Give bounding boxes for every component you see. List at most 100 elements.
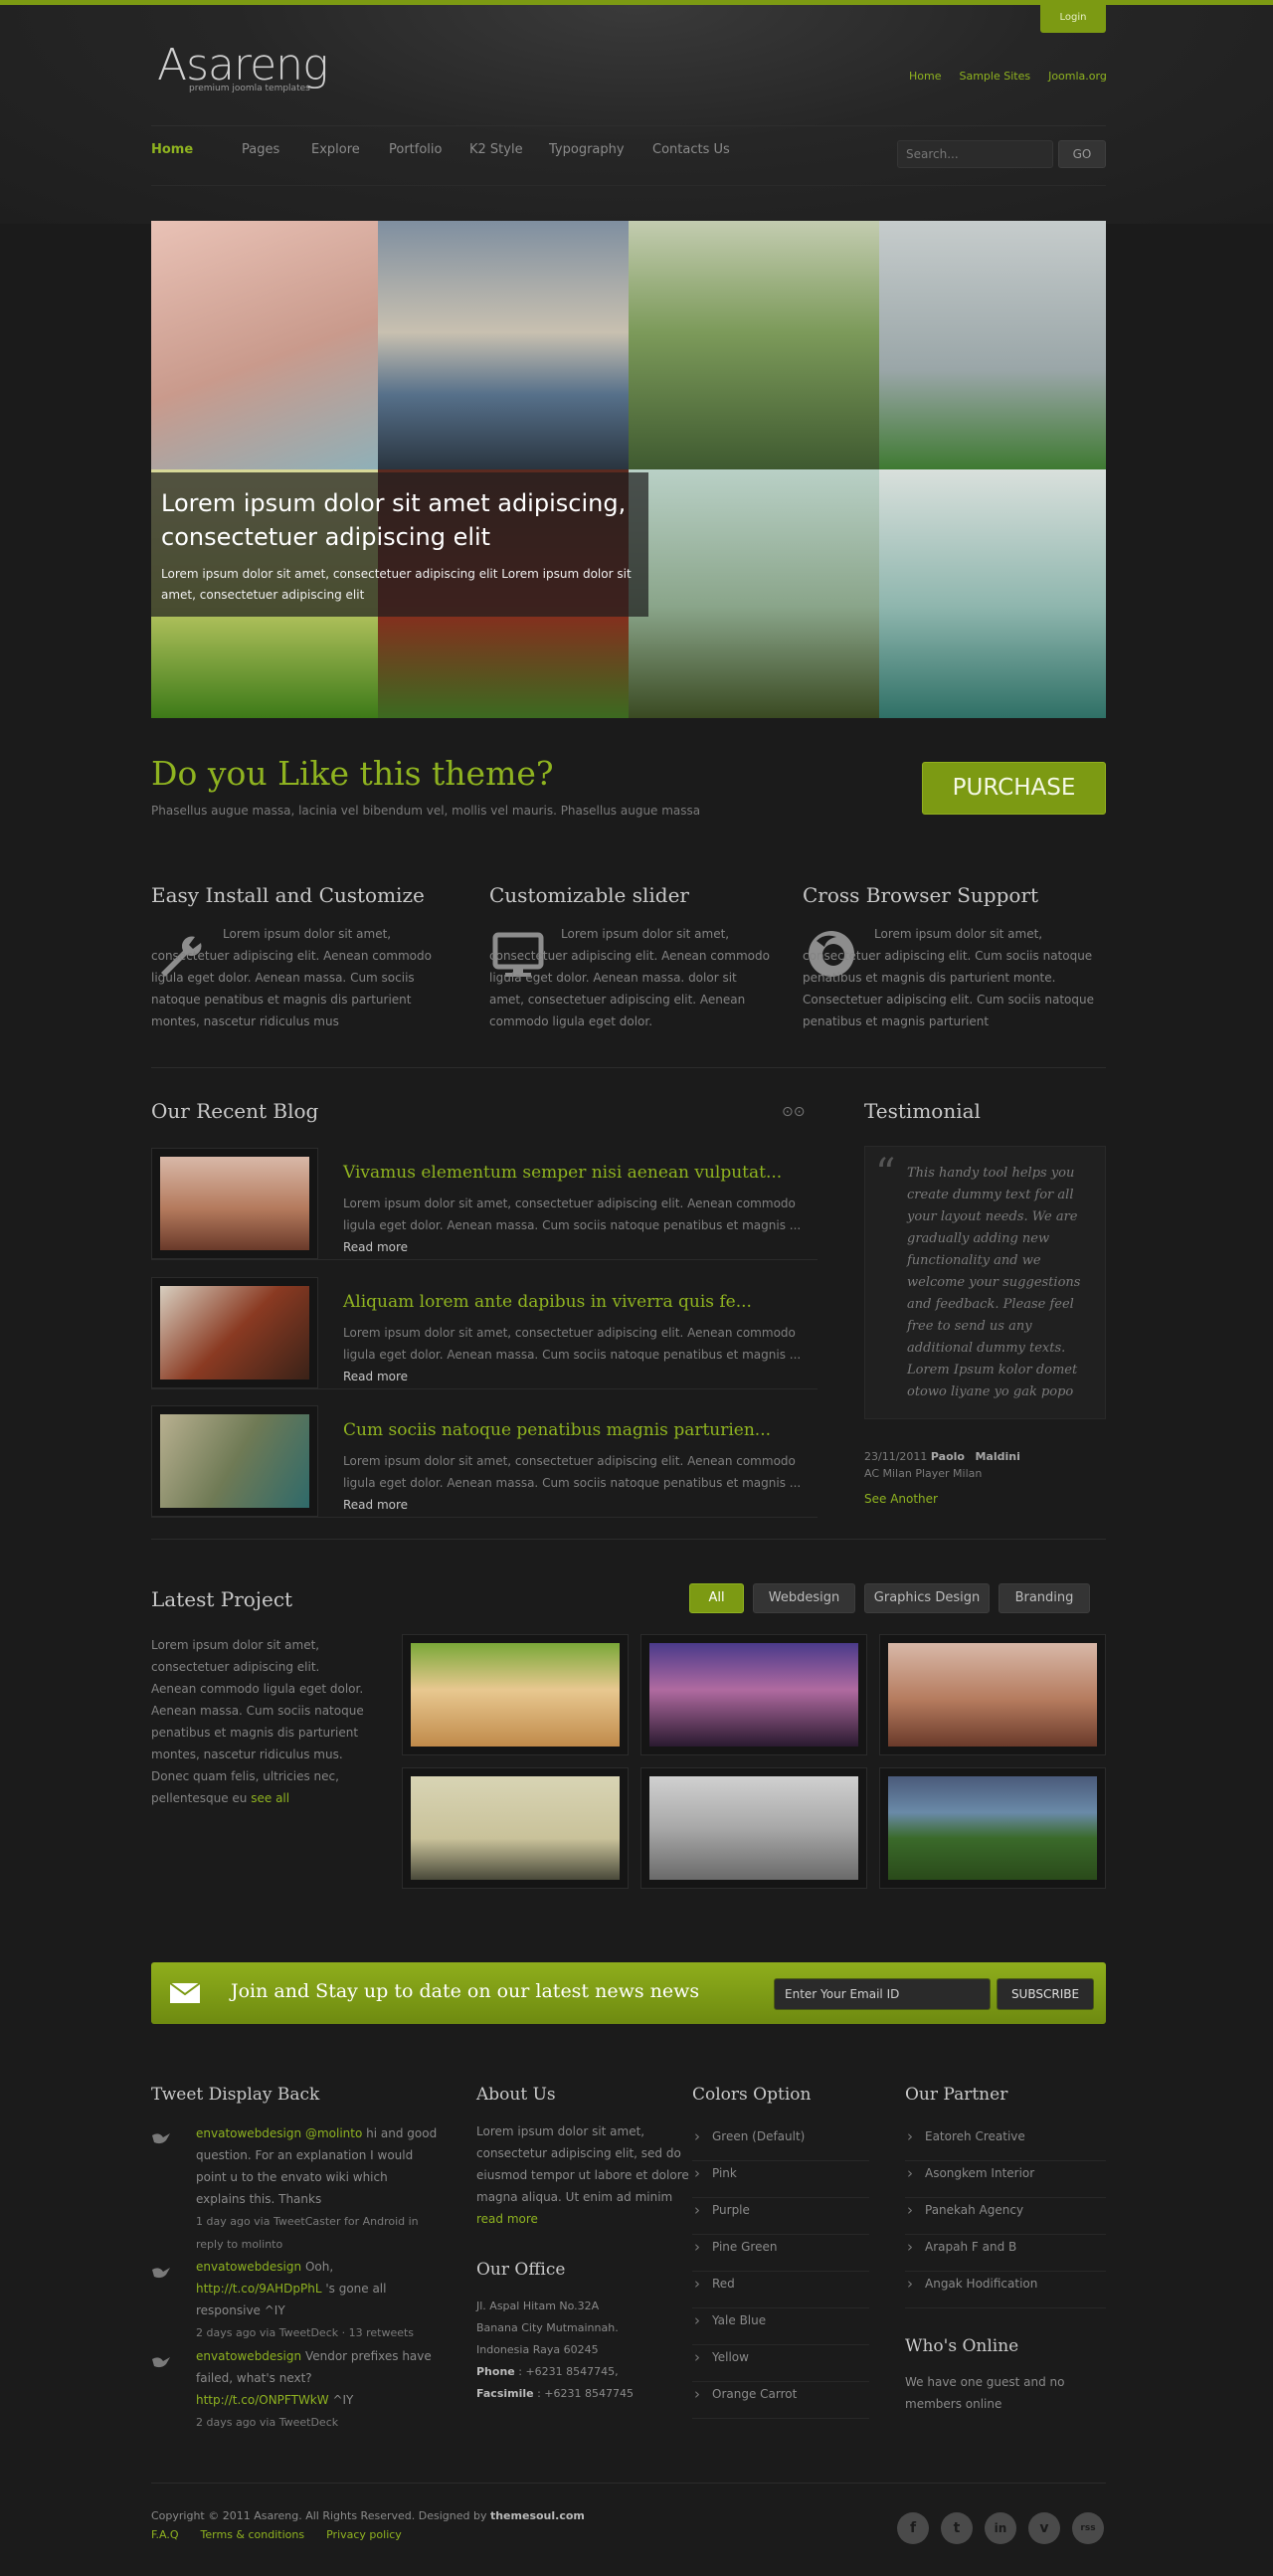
testimonial-role: AC Milan Player Milan	[864, 1467, 983, 1480]
about-read-more-link[interactable]: read more	[476, 2212, 538, 2226]
blog-carousel-dots[interactable]: ⊙⊙	[782, 1104, 805, 1120]
blog-post-excerpt: Lorem ipsum dolor sit amet, consectetuer…	[343, 1196, 802, 1254]
top-link-sample-sites[interactable]: Sample Sites	[959, 70, 1030, 83]
slide-tile-house	[879, 221, 1106, 469]
partner-title: Our Partner	[905, 2085, 1008, 2105]
project-thumb[interactable]	[402, 1767, 629, 1889]
testimonial-text: This handy tool helps you create dummy t…	[907, 1166, 1081, 1399]
faq-link[interactable]: F.A.Q	[151, 2528, 179, 2541]
partner-link[interactable]: Panekah Agency	[905, 2198, 1106, 2235]
rss-icon[interactable]: rss	[1072, 2512, 1104, 2544]
project-thumb[interactable]	[879, 1767, 1106, 1889]
feature-title-install: Easy Install and Customize	[151, 883, 425, 907]
nav-contacts[interactable]: Contacts Us	[652, 142, 730, 157]
privacy-link[interactable]: Privacy policy	[326, 2528, 402, 2541]
header-background	[0, 5, 1273, 224]
slider-caption-text: Lorem ipsum dolor sit amet, consectetuer…	[161, 567, 632, 602]
feature-title-browser: Cross Browser Support	[803, 883, 1039, 907]
colors-list: Green (Default) Pink Purple Pine Green R…	[692, 2124, 869, 2419]
nav-portfolio[interactable]: Portfolio	[389, 142, 469, 157]
read-more-link[interactable]: Read more	[343, 1370, 408, 1383]
facebook-icon[interactable]: f	[897, 2512, 929, 2544]
feature-text-install: Lorem ipsum dolor sit amet, consectetuer…	[151, 927, 432, 1028]
testimonial-title: Testimonial	[864, 1099, 981, 1123]
bird-icon	[152, 2357, 170, 2368]
footer-divider	[151, 2483, 1106, 2484]
hero-slider[interactable]	[151, 221, 1106, 718]
project-thumb[interactable]	[879, 1634, 1106, 1755]
designer-link[interactable]: themesoul.com	[490, 2509, 585, 2522]
purchase-button[interactable]: PURCHASE	[922, 762, 1106, 815]
terms-link[interactable]: Terms & conditions	[201, 2528, 305, 2541]
project-thumb[interactable]	[402, 1634, 629, 1755]
nav-explore[interactable]: Explore	[311, 142, 389, 157]
colors-title: Colors Option	[692, 2085, 812, 2105]
slider-caption-title: Lorem ipsum dolor sit amet adipiscing, c…	[161, 489, 627, 551]
slide-tile-ocean	[879, 469, 1106, 718]
partner-link[interactable]: Eatoreh Creative	[905, 2124, 1106, 2161]
blog-post[interactable]: Aliquam lorem ante dapibus in viverra qu…	[151, 1277, 818, 1389]
tweets-title: Tweet Display Back	[151, 2085, 320, 2105]
blog-post-title[interactable]: Cum sociis natoque penatibus magnis part…	[343, 1420, 771, 1440]
projects-text: Lorem ipsum dolor sit amet, consectetuer…	[151, 1638, 364, 1805]
vimeo-icon[interactable]: v	[1028, 2512, 1060, 2544]
color-option[interactable]: Green (Default)	[692, 2124, 869, 2161]
blog-post[interactable]: Vivamus elementum semper nisi aenean vul…	[151, 1148, 818, 1260]
section-divider	[151, 1539, 1106, 1540]
blog-post[interactable]: Cum sociis natoque penatibus magnis part…	[151, 1405, 818, 1518]
nav-typography[interactable]: Typography	[549, 142, 652, 157]
tweet-item: envatowebdesign @molinto hi and good que…	[196, 2126, 438, 2251]
linkedin-icon[interactable]: in	[985, 2512, 1016, 2544]
blog-post-title[interactable]: Aliquam lorem ante dapibus in viverra qu…	[343, 1292, 752, 1312]
promo-title: Do you Like this theme?	[151, 754, 554, 793]
partner-link[interactable]: Asongkem Interior	[905, 2161, 1106, 2198]
nav-divider-top	[151, 125, 1106, 126]
read-more-link[interactable]: Read more	[343, 1498, 408, 1512]
project-thumb[interactable]	[640, 1634, 867, 1755]
nav-k2-style[interactable]: K2 Style	[469, 142, 549, 157]
filter-webdesign[interactable]: Webdesign	[753, 1583, 855, 1613]
blog-thumbnail[interactable]	[151, 1148, 318, 1259]
color-option[interactable]: Pink	[692, 2161, 869, 2198]
login-button[interactable]: Login	[1040, 5, 1106, 33]
nav-home[interactable]: Home	[151, 142, 242, 157]
nav-pages[interactable]: Pages	[242, 142, 311, 157]
project-thumb[interactable]	[640, 1767, 867, 1889]
tweet-item: envatowebdesign Vendor prefixes have fai…	[196, 2349, 432, 2429]
color-option[interactable]: Yale Blue	[692, 2308, 869, 2345]
partner-link[interactable]: Angak Hodification	[905, 2272, 1106, 2308]
projects-title: Latest Project	[151, 1587, 293, 1611]
feature-text-slider: Lorem ipsum dolor sit amet, consectetuer…	[489, 927, 770, 1028]
search-input[interactable]: Search...	[897, 140, 1053, 168]
blog-thumbnail[interactable]	[151, 1277, 318, 1388]
search-go-button[interactable]: GO	[1058, 140, 1106, 168]
online-text: We have one guest and no members online	[905, 2375, 1065, 2411]
footer-links: F.A.Q Terms & conditions Privacy policy	[151, 2528, 402, 2541]
slide-tile-sea	[378, 221, 629, 469]
newsletter-email-input[interactable]: Enter Your Email ID	[774, 1978, 991, 2010]
site-tagline: premium joomla templates	[189, 84, 310, 93]
color-option[interactable]: Yellow	[692, 2345, 869, 2382]
newsletter-text: Join and Stay up to date on our latest n…	[231, 1980, 700, 2002]
filter-all[interactable]: All	[689, 1583, 744, 1613]
color-option[interactable]: Pine Green	[692, 2235, 869, 2272]
top-link-joomla[interactable]: Joomla.org	[1048, 70, 1107, 83]
see-another-link[interactable]: See Another	[864, 1492, 938, 1506]
envelope-icon	[169, 1982, 201, 2003]
top-link-home[interactable]: Home	[909, 70, 941, 83]
slider-caption: Lorem ipsum dolor sit amet adipiscing, c…	[151, 472, 648, 617]
promo-subtitle: Phasellus augue massa, lacinia vel biben…	[151, 804, 701, 818]
blog-post-title[interactable]: Vivamus elementum semper nisi aenean vul…	[343, 1163, 782, 1183]
filter-graphics-design[interactable]: Graphics Design	[864, 1583, 990, 1613]
see-all-link[interactable]: see all	[251, 1791, 289, 1805]
color-option[interactable]: Purple	[692, 2198, 869, 2235]
filter-branding[interactable]: Branding	[999, 1583, 1090, 1613]
color-option[interactable]: Orange Carrot	[692, 2382, 869, 2419]
feature-text-browser: Lorem ipsum dolor sit amet, consectetuer…	[803, 927, 1094, 1028]
color-option[interactable]: Red	[692, 2272, 869, 2308]
twitter-icon[interactable]: t	[941, 2512, 973, 2544]
read-more-link[interactable]: Read more	[343, 1240, 408, 1254]
subscribe-button[interactable]: SUBSCRIBE	[997, 1978, 1094, 2010]
partner-link[interactable]: Arapah F and B	[905, 2235, 1106, 2272]
blog-thumbnail[interactable]	[151, 1405, 318, 1517]
